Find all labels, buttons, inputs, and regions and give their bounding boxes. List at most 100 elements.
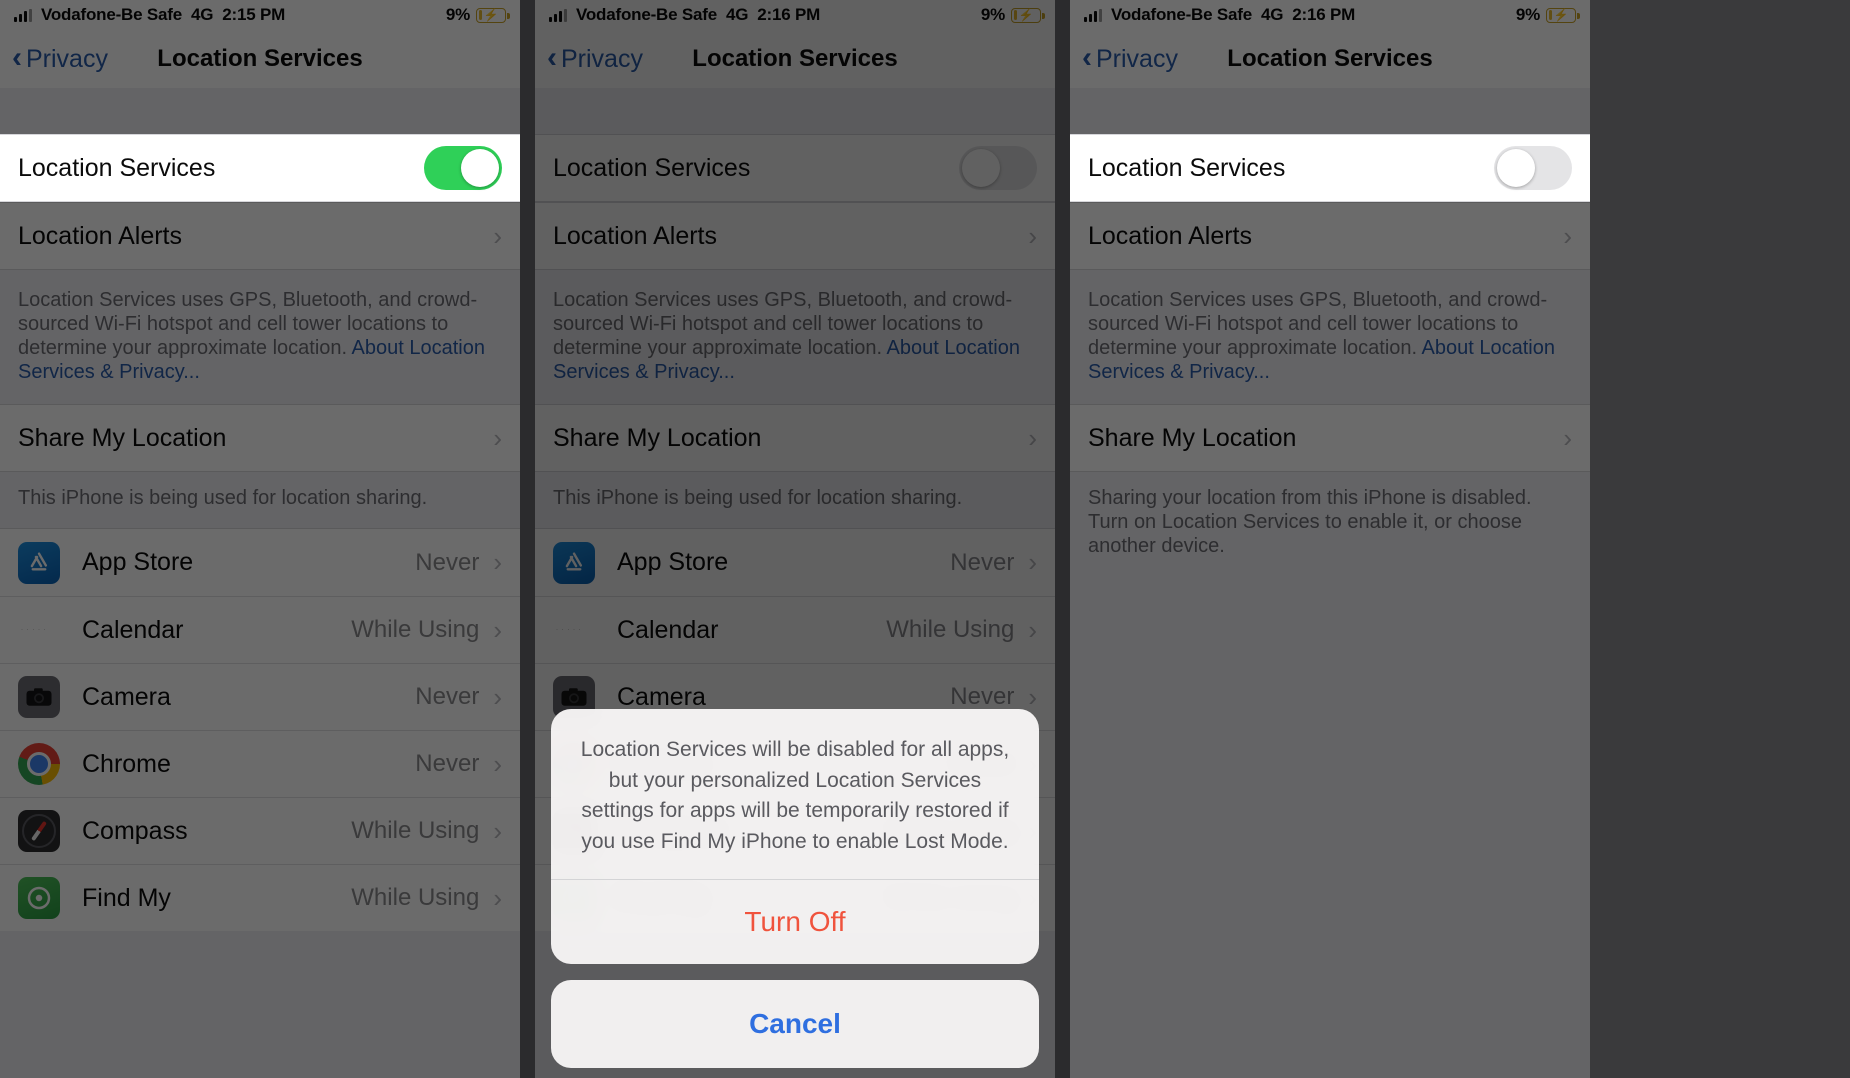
app-name: Camera: [617, 682, 706, 711]
chevron-left-icon: ‹: [1082, 40, 1092, 74]
top-spacer: [535, 88, 1055, 134]
cellular-bars-icon: [1084, 8, 1102, 22]
app-permission-value: Never: [415, 548, 480, 576]
app-permission-value: While Using: [351, 817, 480, 844]
row-share-my-location-label: Share My Location: [553, 423, 762, 452]
network-type: 4G: [726, 5, 749, 24]
find-my-icon: [18, 877, 60, 919]
row-share-my-location[interactable]: Share My Location ›: [1070, 404, 1590, 472]
app-permission-value: While Using: [351, 884, 480, 911]
location-services-toggle[interactable]: [959, 146, 1037, 190]
chevron-right-icon: ›: [493, 422, 502, 453]
back-button-privacy[interactable]: ‹ Privacy: [12, 40, 108, 74]
row-location-alerts-label: Location Alerts: [553, 221, 717, 250]
app-permission-value: While Using: [351, 616, 480, 643]
list-item[interactable]: · · · · ·· · · · ·· ·●· ·· · · · · Calen…: [535, 596, 1055, 663]
sharing-status-text: Sharing your location from this iPhone i…: [1070, 472, 1590, 576]
cellular-bars-icon: [549, 8, 567, 22]
app-permission-list: App Store Never › · · · · ·· · · · ·· ·●…: [0, 528, 520, 931]
list-item[interactable]: Chrome Never ›: [0, 730, 520, 797]
chevron-right-icon: ›: [1028, 422, 1037, 453]
list-item[interactable]: Find My While Using ›: [0, 864, 520, 931]
calendar-icon: · · · · ·· · · · ·· ·●· ·· · · · ·: [553, 609, 595, 651]
app-permission-value: Never: [415, 750, 480, 777]
chevron-right-icon: ›: [1028, 547, 1037, 577]
row-location-alerts[interactable]: Location Alerts ›: [0, 202, 520, 270]
row-location-services[interactable]: Location Services: [0, 134, 520, 202]
chevron-right-icon: ›: [1563, 422, 1572, 453]
list-item[interactable]: App Store Never ›: [535, 529, 1055, 596]
sharing-status-text: This iPhone is being used for location s…: [0, 472, 520, 528]
app-permission-value: Never: [415, 683, 480, 710]
row-location-services-label: Location Services: [553, 153, 751, 182]
calendar-icon: · · · · ·· · · · ·· ·●· ·· · · · ·: [18, 609, 60, 651]
three-panel-screenshot-strip: Vodafone-Be Safe 4G 2:15 PM 9% ⚡ ‹ Priva…: [0, 0, 1850, 1078]
navigation-bar: ‹ Privacy Location Services: [0, 30, 520, 88]
battery-icon: ⚡: [1546, 7, 1580, 23]
back-button-privacy[interactable]: ‹ Privacy: [547, 40, 643, 74]
row-location-services[interactable]: Location Services: [1070, 134, 1590, 202]
app-store-icon: [18, 541, 60, 584]
app-permission-value: While Using: [886, 616, 1015, 643]
turn-off-button[interactable]: Turn Off: [551, 879, 1039, 964]
row-share-my-location[interactable]: Share My Location ›: [0, 404, 520, 472]
chevron-right-icon: ›: [1028, 220, 1037, 251]
chevron-right-icon: ›: [493, 748, 502, 779]
row-location-alerts[interactable]: Location Alerts ›: [1070, 202, 1590, 270]
row-location-services-label: Location Services: [1088, 153, 1286, 182]
row-location-services[interactable]: Location Services: [535, 134, 1055, 202]
panel-divider: [520, 0, 535, 1078]
turn-off-location-alert: Location Services will be disabled for a…: [535, 709, 1055, 1078]
top-spacer: [0, 88, 520, 134]
network-type: 4G: [191, 5, 214, 24]
list-item[interactable]: Compass While Using ›: [0, 797, 520, 864]
clock: 2:16 PM: [1292, 5, 1356, 24]
row-share-my-location[interactable]: Share My Location ›: [535, 404, 1055, 472]
settings-content: Location Services Location Alerts › Loca…: [1070, 88, 1590, 1078]
status-bar: Vodafone-Be Safe 4G 2:16 PM 9% ⚡: [535, 0, 1055, 30]
app-store-icon: [553, 541, 595, 584]
clock: 2:16 PM: [757, 5, 821, 24]
status-bar: Vodafone-Be Safe 4G 2:16 PM 9% ⚡: [1070, 0, 1590, 30]
app-name: Chrome: [82, 749, 171, 778]
list-item[interactable]: · · · · ·· · · · ·· ·●· ·· · · · · Calen…: [0, 596, 520, 663]
app-name: Calendar: [82, 615, 184, 644]
app-name: Calendar: [617, 615, 719, 644]
chevron-right-icon: ›: [493, 547, 502, 577]
phone-screen-panel-1: Vodafone-Be Safe 4G 2:15 PM 9% ⚡ ‹ Priva…: [0, 0, 520, 1078]
chevron-right-icon: ›: [493, 882, 502, 913]
compass-icon: [18, 810, 60, 852]
carrier-name: Vodafone-Be Safe: [576, 5, 718, 24]
location-services-description: Location Services uses GPS, Bluetooth, a…: [0, 270, 520, 404]
chevron-left-icon: ‹: [547, 40, 557, 74]
back-button-label: Privacy: [1096, 44, 1178, 73]
chevron-right-icon: ›: [1028, 614, 1037, 645]
alert-card: Location Services will be disabled for a…: [551, 709, 1039, 964]
row-location-alerts-label: Location Alerts: [1088, 221, 1252, 250]
bolt-icon: ⚡: [1553, 8, 1569, 22]
panel-divider: [1055, 0, 1070, 1078]
row-location-alerts[interactable]: Location Alerts ›: [535, 202, 1055, 270]
battery-percent: 9%: [980, 5, 1005, 24]
battery-percent: 9%: [1515, 5, 1540, 24]
location-services-description: Location Services uses GPS, Bluetooth, a…: [1070, 270, 1590, 404]
list-item[interactable]: App Store Never ›: [0, 529, 520, 596]
row-share-my-location-label: Share My Location: [18, 423, 227, 452]
battery-icon: ⚡: [1011, 7, 1045, 23]
back-button-privacy[interactable]: ‹ Privacy: [1082, 40, 1178, 74]
carrier-name: Vodafone-Be Safe: [41, 5, 183, 24]
chevron-left-icon: ‹: [12, 40, 22, 74]
phone-screen-panel-2: Vodafone-Be Safe 4G 2:16 PM 9% ⚡ ‹ Priva…: [535, 0, 1055, 1078]
bolt-icon: ⚡: [483, 8, 499, 22]
top-spacer: [1070, 88, 1590, 134]
clock: 2:15 PM: [222, 5, 286, 24]
network-type: 4G: [1261, 5, 1284, 24]
battery-percent: 9%: [445, 5, 470, 24]
cancel-button[interactable]: Cancel: [551, 980, 1039, 1068]
location-services-toggle[interactable]: [1494, 146, 1572, 190]
cellular-bars-icon: [14, 8, 32, 22]
app-name: App Store: [82, 548, 194, 576]
back-button-label: Privacy: [26, 44, 108, 73]
list-item[interactable]: Camera Never ›: [0, 663, 520, 730]
location-services-toggle[interactable]: [424, 146, 502, 190]
